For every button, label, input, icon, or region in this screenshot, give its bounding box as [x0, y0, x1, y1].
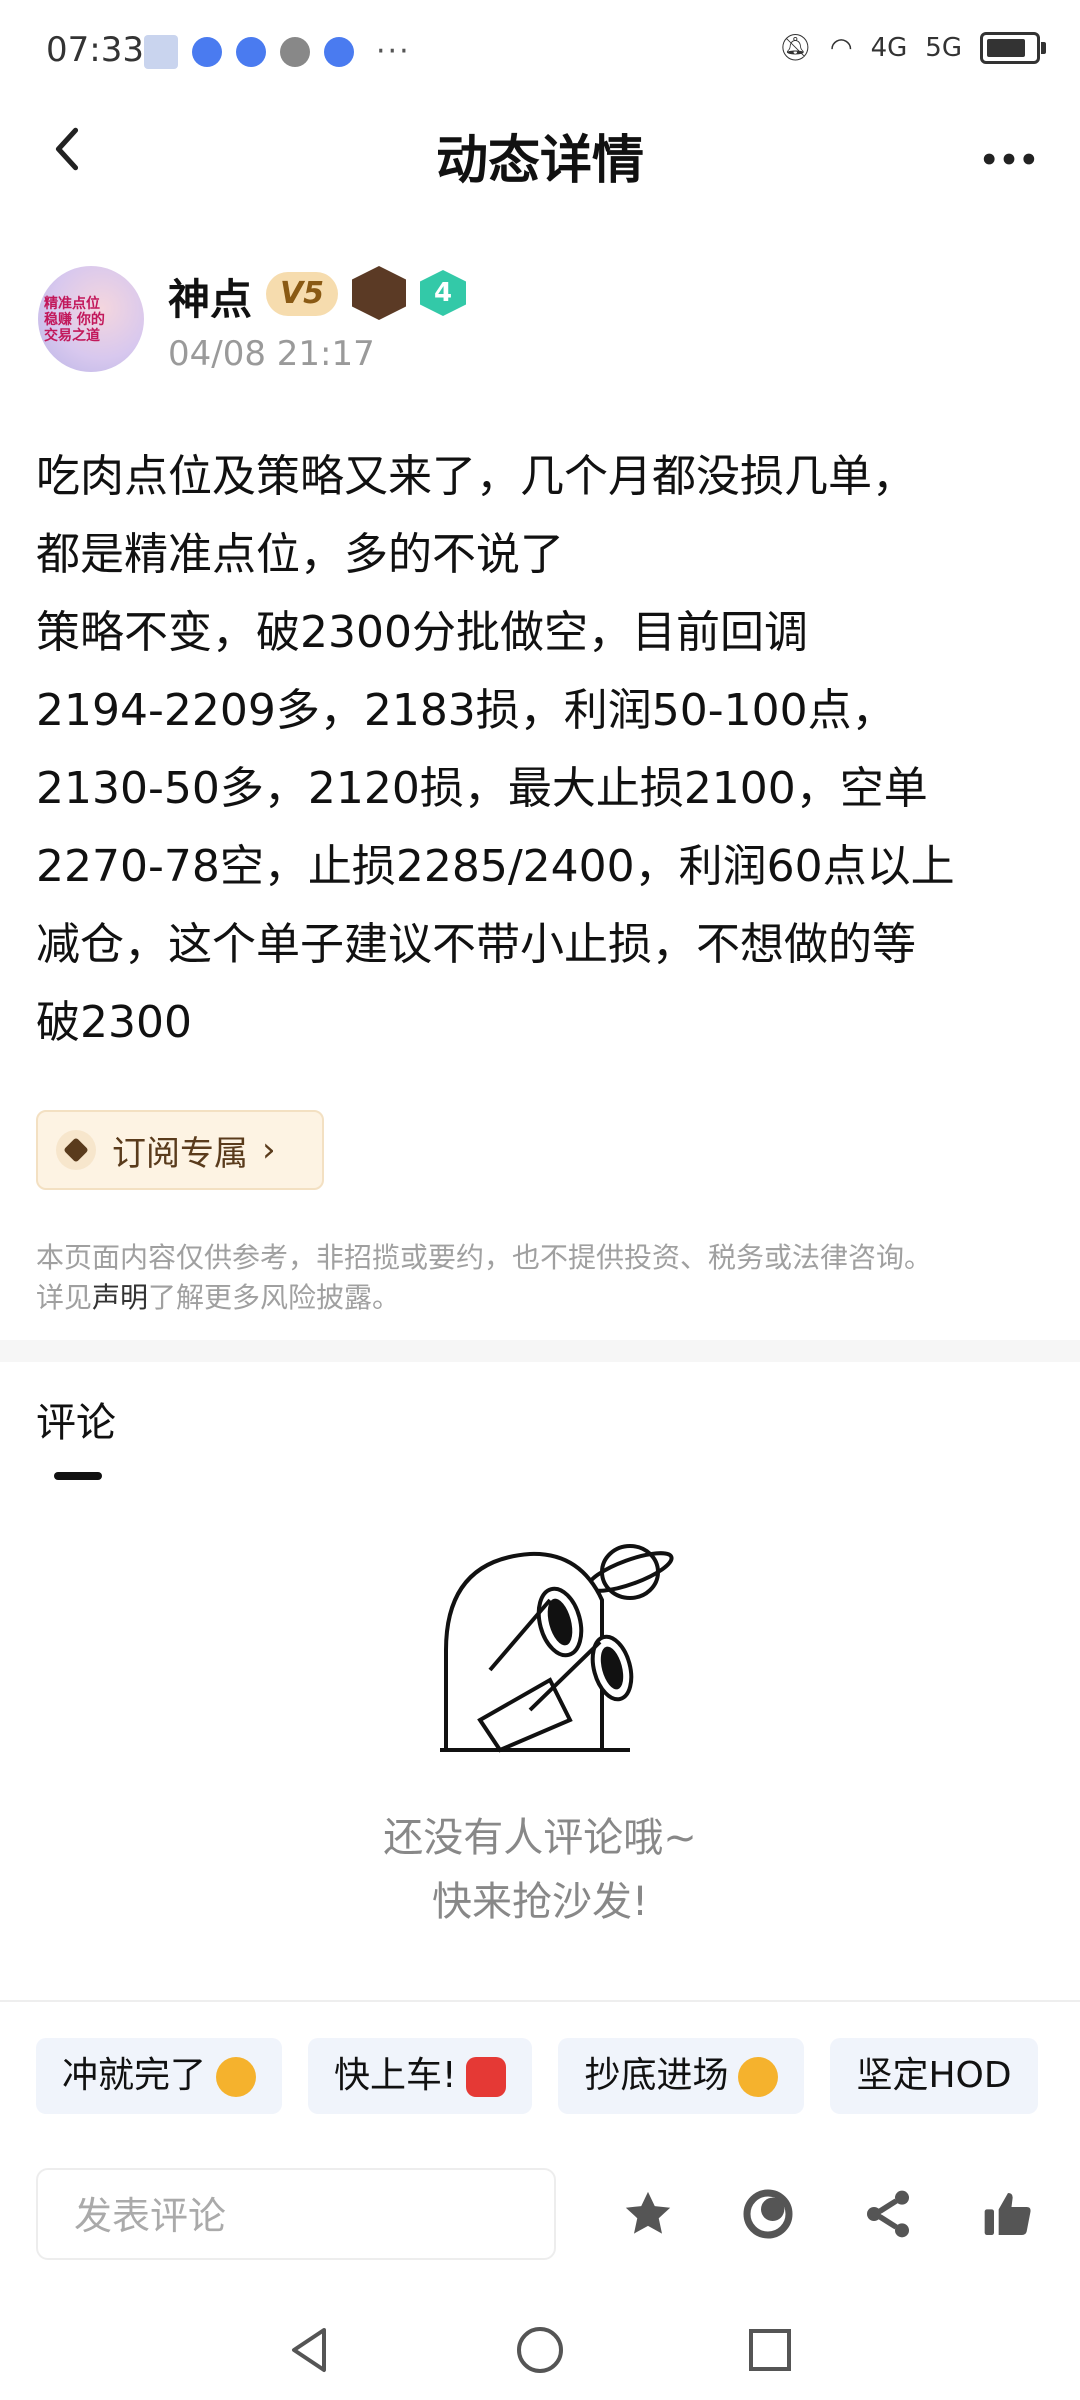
hand-notification-icon	[280, 36, 310, 67]
empty-comments-telescope-illustration	[430, 1530, 680, 1770]
rank-badge: 4	[420, 270, 466, 316]
more-options-button[interactable]	[982, 126, 1036, 180]
like-button[interactable]	[976, 2182, 1040, 2246]
empty-line-2: 快来抢沙发!	[431, 1879, 649, 1925]
subscribe-exclusive-button[interactable]: 订阅专属 ›	[36, 1110, 324, 1190]
star-icon	[625, 2191, 671, 2234]
share-icon	[867, 2190, 909, 2238]
disclaimer-link[interactable]: 声明	[92, 1281, 148, 1314]
vip-level-badge: V5	[266, 272, 338, 316]
car-emoji-icon	[466, 2057, 507, 2097]
thumbs-up-icon	[984, 2193, 1031, 2235]
network-4g: 4G	[870, 33, 908, 63]
quick-reply-chip[interactable]: 快上车!	[308, 2038, 533, 2114]
avatar-text: 精准点位 稳赚 你的交易之道	[44, 296, 105, 344]
divider	[0, 2000, 1080, 2002]
circle-home-icon	[517, 2327, 563, 2373]
disclaimer-suffix: 了解更多风险披露。	[148, 1281, 401, 1314]
nav-back-button[interactable]	[280, 2320, 340, 2380]
disclaimer-prefix: 详见	[36, 1281, 93, 1314]
medal-badge-icon	[352, 266, 406, 320]
quick-reply-label: 坚定HOD	[856, 2055, 1012, 2096]
tab-underline	[54, 1472, 102, 1480]
status-bar: 07:33 ··· 🔕︎ ◠ 4G 5G	[0, 0, 1080, 100]
notification-icons: ···	[144, 34, 411, 69]
app-notification-icon	[192, 36, 222, 67]
mute-icon: 🔕︎	[778, 33, 812, 63]
quick-reply-chip[interactable]: 冲就完了	[36, 2038, 283, 2114]
disclaimer: 本页面内容仅供参考，非招揽或要约，也不提供投资、税务或法律咨询。 详见声明了解更…	[36, 1238, 1046, 1318]
fist-emoji-icon	[216, 2057, 257, 2097]
battery-icon	[980, 32, 1046, 64]
quick-reply-chip[interactable]: 坚定HOD	[830, 2038, 1038, 2114]
nav-recents-button[interactable]	[740, 2320, 800, 2380]
post-body: 吃肉点位及策略又来了，几个月都没损几单， 都是精准点位，多的不说了 策略不变，破…	[36, 451, 955, 1048]
photo-notification-icon	[144, 34, 178, 69]
wifi-icon: ◠	[829, 33, 853, 63]
triangle-back-icon	[292, 2328, 326, 2372]
section-divider	[0, 1340, 1080, 1362]
share-button[interactable]	[856, 2182, 920, 2246]
network-5g: 5G	[925, 33, 962, 63]
disclaimer-line: 本页面内容仅供参考，非招揽或要约，也不提供投资、税务或法律咨询。	[36, 1241, 933, 1274]
app-notification-icon	[324, 36, 354, 67]
app-notification-icon	[236, 36, 266, 67]
repost-icon	[743, 2189, 793, 2239]
status-right: 🔕︎ ◠ 4G 5G	[778, 32, 1046, 64]
chevron-right-icon: ›	[262, 1130, 276, 1170]
quick-reply-chip[interactable]: 抄底进场	[558, 2038, 805, 2114]
status-time: 07:33	[46, 30, 144, 70]
square-recents-icon	[749, 2329, 791, 2371]
quick-reply-label: 快上车!	[334, 2055, 457, 2096]
diamond-icon	[56, 1130, 96, 1170]
quick-reply-label: 抄底进场	[584, 2055, 729, 2096]
avatar[interactable]: 精准点位 稳赚 你的交易之道	[38, 266, 144, 372]
empty-line-1: 还没有人评论哦~	[383, 1815, 697, 1861]
more-notifications-icon: ···	[376, 34, 411, 69]
sunglasses-emoji-icon	[738, 2057, 779, 2097]
author-name[interactable]: 神点	[168, 266, 252, 327]
more-dots-icon	[983, 153, 1035, 165]
page-title: 动态详情	[435, 131, 644, 191]
favorite-button[interactable]	[616, 2182, 680, 2246]
post-time: 04/08 21:17	[168, 334, 375, 374]
subscribe-label: 订阅专属	[112, 1133, 248, 1174]
repost-button[interactable]	[736, 2182, 800, 2246]
comment-input[interactable]: 发表评论	[36, 2168, 556, 2260]
empty-comments-message: 还没有人评论哦~ 快来抢沙发!	[0, 1806, 1080, 1934]
comments-tab[interactable]: 评论	[36, 1390, 116, 1448]
quick-reply-chips: 冲就完了 快上车! 抄底进场 坚定HOD	[36, 2038, 1038, 2114]
quick-reply-label: 冲就完了	[62, 2055, 207, 2096]
nav-home-button[interactable]	[510, 2320, 570, 2380]
